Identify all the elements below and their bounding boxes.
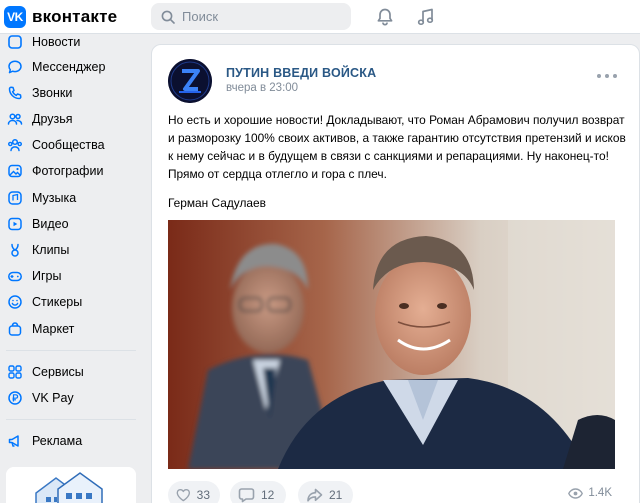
news-icon: [6, 33, 24, 51]
sidebar-item-label: Сообщества: [32, 138, 105, 152]
sidebar-item-ads[interactable]: Реклама: [0, 428, 135, 454]
post-photo[interactable]: [168, 220, 615, 469]
ruble-coin-icon: [6, 389, 24, 407]
sidebar-item-music[interactable]: Музыка: [0, 185, 135, 211]
vk-logo-mark: VK: [4, 6, 26, 28]
sidebar-promo-image[interactable]: [6, 467, 136, 503]
communities-icon: [6, 136, 24, 154]
eye-icon: [568, 487, 584, 499]
megaphone-icon: [6, 432, 24, 450]
music-icon: [6, 189, 24, 207]
sidebar-item-label: Сервисы: [32, 365, 84, 379]
sidebar-item-calls[interactable]: Звонки: [0, 80, 135, 106]
left-sidebar: Новости Мессенджер Звонки Друзья Сообщес…: [0, 34, 140, 503]
sidebar-item-services[interactable]: Сервисы: [0, 359, 135, 385]
comment-button[interactable]: 12: [230, 481, 286, 503]
vk-logo-text: вконтакте: [32, 7, 118, 26]
post-text: Но есть и хорошие новости! Докладывают, …: [168, 113, 626, 181]
sidebar-divider: [6, 350, 136, 351]
sidebar-item-video[interactable]: Видео: [0, 211, 135, 237]
sidebar-item-label: Друзья: [32, 112, 73, 126]
post-card: ПУТИН ВВЕДИ ВОЙСКА вчера в 23:00 Но есть…: [151, 44, 640, 503]
sidebar-item-label: Фотографии: [32, 164, 104, 178]
sidebar-item-messenger[interactable]: Мессенджер: [0, 54, 135, 80]
sidebar-item-label: Игры: [32, 269, 62, 283]
sidebar-item-label: Маркет: [32, 322, 75, 336]
sidebar-divider: [6, 419, 136, 420]
views-count: 1.4K: [588, 487, 612, 499]
top-header: VK вконтакте: [0, 0, 640, 34]
search-icon: [161, 10, 175, 24]
more-options-icon[interactable]: [597, 69, 617, 83]
bag-icon: [6, 320, 24, 338]
sidebar-item-communities[interactable]: Сообщества: [0, 132, 135, 158]
sidebar-item-games[interactable]: Игры: [0, 263, 135, 289]
chat-bubble-icon: [6, 58, 24, 76]
sidebar-item-label: Звонки: [32, 86, 73, 100]
clips-icon: [6, 241, 24, 259]
photo-icon: [6, 162, 24, 180]
heart-icon: [176, 488, 191, 502]
video-icon: [6, 215, 24, 233]
sidebar-item-label: Видео: [32, 217, 69, 231]
gamepad-icon: [6, 267, 24, 285]
friends-icon: [6, 110, 24, 128]
sidebar-item-label: Новости: [32, 35, 81, 49]
community-avatar[interactable]: [168, 59, 212, 103]
vk-logo[interactable]: VK вконтакте: [4, 6, 117, 28]
views-counter: 1.4K: [568, 487, 612, 499]
sidebar-item-label: Клипы: [32, 243, 70, 257]
post-signature: Герман Садулаев: [168, 196, 266, 210]
shares-count: 21: [329, 488, 343, 502]
comment-icon: [238, 488, 255, 503]
sidebar-item-stickers[interactable]: Стикеры: [0, 289, 135, 315]
sidebar-item-label: Музыка: [32, 191, 77, 205]
post-time[interactable]: вчера в 23:00: [226, 82, 298, 94]
search-input[interactable]: [182, 9, 342, 24]
smile-icon: [6, 293, 24, 311]
sidebar-item-vkpay[interactable]: VK Pay: [0, 385, 135, 411]
like-button[interactable]: 33: [168, 481, 220, 503]
bell-icon[interactable]: [373, 5, 397, 29]
post-actions: 33 12 21 1.4K: [168, 481, 630, 503]
sidebar-item-label: Мессенджер: [32, 60, 106, 74]
comments-count: 12: [261, 488, 275, 502]
share-icon: [307, 488, 323, 502]
sidebar-item-label: VK Pay: [32, 391, 74, 405]
services-grid-icon: [6, 363, 24, 381]
music-note-icon[interactable]: [414, 5, 438, 29]
likes-count: 33: [196, 488, 210, 502]
share-button[interactable]: 21: [298, 481, 353, 503]
sidebar-item-friends[interactable]: Друзья: [0, 106, 135, 132]
sidebar-item-photos[interactable]: Фотографии: [0, 158, 135, 184]
sidebar-item-label: Реклама: [32, 434, 83, 448]
post-author-link[interactable]: ПУТИН ВВЕДИ ВОЙСКА: [226, 66, 376, 80]
phone-icon: [6, 84, 24, 102]
search-box[interactable]: [151, 3, 351, 30]
sidebar-item-clips[interactable]: Клипы: [0, 237, 135, 263]
sidebar-item-market[interactable]: Маркет: [0, 316, 135, 342]
sidebar-item-label: Стикеры: [32, 295, 83, 309]
